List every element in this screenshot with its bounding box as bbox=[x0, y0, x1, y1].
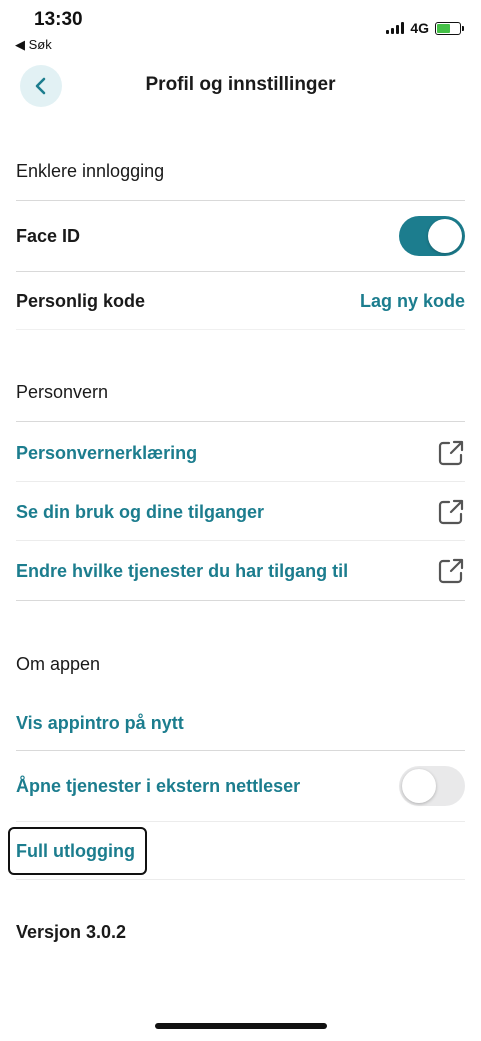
network-type: 4G bbox=[410, 20, 429, 36]
battery-icon bbox=[435, 21, 464, 35]
section-heading-privacy: Personvern bbox=[16, 382, 109, 402]
intro-row[interactable]: Vis appintro på nytt bbox=[16, 709, 465, 737]
logout-row[interactable]: Full utlogging bbox=[16, 837, 465, 865]
divider bbox=[16, 200, 465, 201]
external-browser-label: Åpne tjenester i ekstern nettleser bbox=[16, 775, 301, 796]
usage-access-link[interactable]: Se din bruk og dine tilganger bbox=[16, 502, 264, 523]
divider bbox=[16, 329, 465, 330]
external-browser-row: Åpne tjenester i ekstern nettleser bbox=[16, 766, 465, 806]
new-code-link[interactable]: Lag ny kode bbox=[360, 291, 465, 312]
privacy-item[interactable]: Se din bruk og dine tilganger bbox=[16, 497, 465, 527]
divider bbox=[16, 879, 465, 880]
privacy-item[interactable]: Endre hvilke tjenester du har tilgang ti… bbox=[16, 556, 465, 586]
external-browser-toggle[interactable] bbox=[399, 766, 465, 806]
divider bbox=[16, 750, 465, 751]
signal-icon bbox=[386, 22, 405, 34]
divider bbox=[16, 271, 465, 272]
app-version: Versjon 3.0.2 bbox=[16, 922, 127, 942]
full-logout-button[interactable]: Full utlogging bbox=[16, 841, 135, 862]
divider bbox=[16, 540, 465, 541]
show-intro-link[interactable]: Vis appintro på nytt bbox=[16, 713, 184, 734]
status-indicators: 4G bbox=[386, 20, 464, 36]
face-id-label: Face ID bbox=[16, 225, 81, 246]
personal-code-row: Personlig kode Lag ny kode bbox=[16, 287, 465, 315]
settings-screen: 13:30 ◀ Søk 4G Profil og innstillinger E… bbox=[0, 0, 481, 1041]
divider bbox=[16, 600, 465, 601]
privacy-statement-link[interactable]: Personvernerklæring bbox=[16, 443, 197, 464]
divider bbox=[16, 821, 465, 822]
divider bbox=[16, 481, 465, 482]
personal-code-label: Personlig kode bbox=[16, 290, 146, 311]
external-link-icon bbox=[438, 499, 464, 525]
status-time: 13:30 bbox=[34, 9, 83, 30]
divider bbox=[16, 421, 465, 422]
home-indicator[interactable] bbox=[155, 1023, 327, 1029]
privacy-item[interactable]: Personvernerklæring bbox=[16, 438, 465, 468]
change-services-link[interactable]: Endre hvilke tjenester du har tilgang ti… bbox=[16, 561, 348, 582]
face-id-toggle[interactable] bbox=[399, 216, 465, 256]
page-title: Profil og innstillinger bbox=[145, 74, 336, 95]
section-heading-about: Om appen bbox=[16, 654, 101, 674]
status-back-link[interactable]: ◀ Søk bbox=[15, 37, 52, 53]
external-link-icon bbox=[438, 440, 464, 466]
section-heading-login: Enklere innlogging bbox=[16, 161, 165, 181]
external-link-icon bbox=[438, 558, 464, 584]
face-id-row: Face ID bbox=[16, 216, 465, 256]
